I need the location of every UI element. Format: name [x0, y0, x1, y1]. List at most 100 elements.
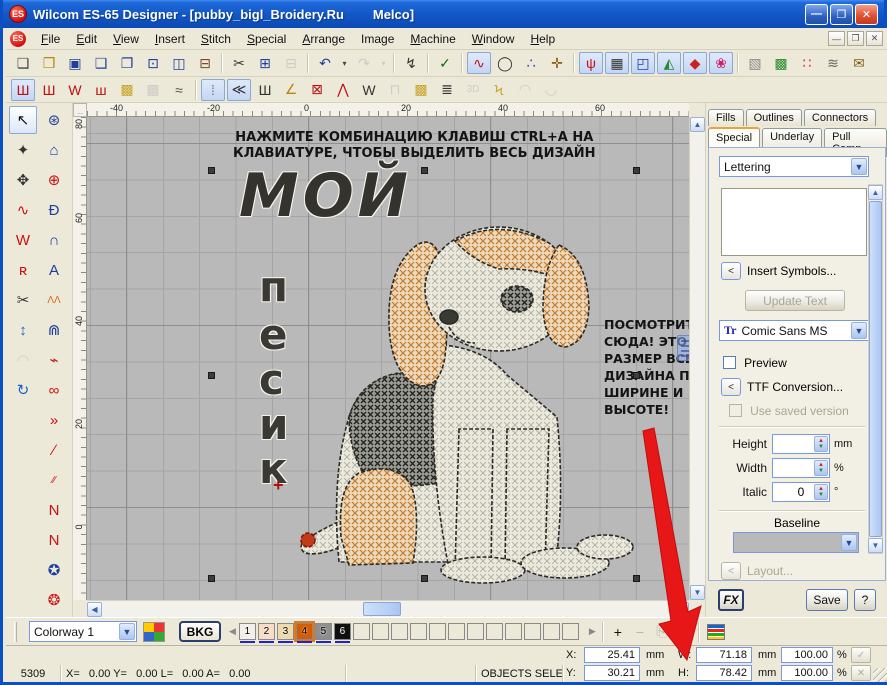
print-colorway-icon[interactable]: ⎘ — [652, 622, 672, 642]
polygon-select-icon[interactable]: ✦ — [9, 136, 37, 164]
x-position-field[interactable]: 25.41 — [584, 647, 640, 663]
satin-stitch-icon[interactable]: Ш — [11, 79, 35, 101]
height-total-field[interactable]: 78.42 — [696, 665, 752, 681]
applique-icon[interactable]: ∩ — [40, 226, 68, 254]
fancy-fill-icon[interactable]: Ϟ — [487, 79, 511, 101]
stitch-fan-icon[interactable]: ≪ — [227, 79, 251, 101]
canvas-vertical-scrollbar[interactable]: ▲ ▼ — [689, 117, 705, 600]
thread-colors-icon[interactable] — [707, 624, 725, 640]
reshape-nodes-icon[interactable]: ⌂ — [40, 136, 68, 164]
color-slot-empty[interactable] — [448, 623, 465, 640]
copy-icon[interactable]: ⊞ — [253, 52, 277, 74]
color-slot-empty[interactable] — [505, 623, 522, 640]
color-slot-6[interactable]: 6 — [334, 623, 351, 640]
color-slot-2[interactable]: 2 — [258, 623, 275, 640]
measure-icon[interactable]: ✛ — [545, 52, 569, 74]
selection-handle[interactable] — [633, 372, 640, 379]
color-slot-3[interactable]: 3 — [277, 623, 294, 640]
menu-special[interactable]: Special — [239, 29, 294, 49]
color-slot-4[interactable]: 4 — [296, 623, 313, 640]
flower-artwork-icon[interactable]: ❀ — [709, 52, 733, 74]
ruler-origin-button[interactable]: ... — [73, 103, 87, 117]
preview-checkbox[interactable] — [723, 356, 736, 369]
mirror-rotate-icon[interactable]: ⊕ — [40, 166, 68, 194]
menu-edit[interactable]: Edit — [68, 29, 105, 49]
bracket-icon[interactable]: ⊓ — [383, 79, 407, 101]
scale-height-field[interactable]: 100.00 — [781, 665, 833, 681]
show-grid-icon[interactable]: ▦ — [605, 52, 629, 74]
color-slot-empty[interactable] — [524, 623, 541, 640]
panel-scroll-up-icon[interactable]: ▲ — [868, 185, 883, 200]
update-text-button[interactable]: Update Text — [745, 290, 845, 311]
zigzag-open-icon[interactable]: N — [40, 496, 68, 524]
clean-bitmap-icon[interactable]: ≋ — [821, 52, 845, 74]
menu-file[interactable]: File — [33, 29, 68, 49]
closed-object-icon[interactable]: ◯ — [493, 52, 517, 74]
selection-handle[interactable] — [421, 167, 428, 174]
mdi-close-button[interactable]: ✕ — [866, 31, 883, 46]
single-run-icon[interactable]: ∕ — [40, 436, 68, 464]
menu-arrange[interactable]: Arrange — [294, 29, 353, 49]
select-pointer-icon[interactable]: ↖ — [9, 106, 37, 134]
save-button[interactable]: Save — [806, 589, 848, 611]
selection-handle[interactable] — [633, 575, 640, 582]
motif-run-icon[interactable]: ∴ — [519, 52, 543, 74]
height-spinner-icon[interactable]: ▲▼ — [814, 436, 828, 452]
palette-editor-icon[interactable] — [143, 622, 165, 642]
colorway-combo[interactable]: Colorway 1 ▼ — [29, 621, 137, 642]
show-vectors-icon[interactable]: ◆ — [683, 52, 707, 74]
print-icon[interactable]: ⊡ — [141, 52, 165, 74]
selection-handle[interactable] — [208, 167, 215, 174]
frame-stitch-icon[interactable]: ⊠ — [305, 79, 329, 101]
color-slot-empty[interactable] — [467, 623, 484, 640]
tab-connectors[interactable]: Connectors — [804, 109, 876, 126]
scroll-up-icon[interactable]: ▲ — [690, 117, 705, 132]
redo-dropdown-icon[interactable]: ▾ — [378, 52, 389, 74]
save-design-icon[interactable]: ▣ — [63, 52, 87, 74]
close-button[interactable]: ✕ — [855, 4, 878, 25]
read-from-machine-icon[interactable]: ❐ — [115, 52, 139, 74]
insert-symbols-button[interactable]: < — [721, 262, 741, 280]
auto-underlay-icon[interactable]: ⁞ — [201, 79, 225, 101]
italic-field[interactable]: 0 ▲▼ — [772, 482, 830, 502]
mirror-copy-icon[interactable]: ΛΛ — [40, 286, 68, 314]
machine-manager-icon[interactable]: ⊟ — [193, 52, 217, 74]
line-fill-icon[interactable]: ≣ — [435, 79, 459, 101]
baseline-combo[interactable]: ▼ — [733, 532, 859, 553]
selection-handle[interactable] — [421, 575, 428, 582]
3d-effect-icon[interactable]: 3D — [461, 79, 485, 101]
touchup-bitmap-icon[interactable]: ▧ — [743, 52, 767, 74]
resize-grip[interactable] — [873, 668, 887, 682]
y-position-field[interactable]: 30.21 — [584, 665, 640, 681]
color-slot-5[interactable]: 5 — [315, 623, 332, 640]
stitch-run-red-icon[interactable]: ∿ — [467, 52, 491, 74]
scroll-down-icon[interactable]: ▼ — [690, 585, 705, 600]
color-slot-empty[interactable] — [353, 623, 370, 640]
show-bitmap-icon[interactable]: ◭ — [657, 52, 681, 74]
adjust-colors-icon[interactable]: ∷ — [795, 52, 819, 74]
reshape-dome-icon[interactable]: ⋒ — [40, 316, 68, 344]
width-spinner-icon[interactable]: ▲▼ — [814, 460, 828, 476]
satin-column-icon[interactable]: Ш — [37, 79, 61, 101]
print-preview-icon[interactable]: ◫ — [167, 52, 191, 74]
tatami-2-icon[interactable]: ▩ — [409, 79, 433, 101]
color-slot-empty[interactable] — [543, 623, 560, 640]
selection-handle[interactable] — [208, 372, 215, 379]
panel-scroll-thumb[interactable] — [869, 201, 882, 537]
palette-next-icon[interactable]: ▶ — [589, 626, 596, 637]
ttf-conversion-button[interactable]: < — [721, 378, 741, 396]
width-total-field[interactable]: 71.18 — [696, 647, 752, 663]
use-saved-checkbox[interactable] — [729, 404, 742, 417]
scale-width-field[interactable]: 100.00 — [781, 647, 833, 663]
auto-split-icon[interactable]: ⋀ — [331, 79, 355, 101]
fan-tool-icon[interactable]: ◠ — [9, 346, 37, 374]
design-canvas[interactable]: НАЖМИТЕ КОМБИНАЦИЮ КЛАВИШ CTRL+A НА КЛАВ… — [87, 117, 689, 600]
show-hoop-icon[interactable]: ◰ — [631, 52, 655, 74]
apply-button[interactable]: ✓ — [851, 647, 871, 663]
panel-scroll-down-icon[interactable]: ▼ — [868, 538, 883, 553]
tab-fills[interactable]: Fills — [708, 109, 744, 126]
menu-help[interactable]: Help — [522, 29, 563, 49]
stitch-width-icon[interactable]: W — [9, 226, 37, 254]
closed-shape-icon[interactable]: ◡ — [539, 79, 563, 101]
fx-button[interactable]: FX — [718, 589, 744, 611]
